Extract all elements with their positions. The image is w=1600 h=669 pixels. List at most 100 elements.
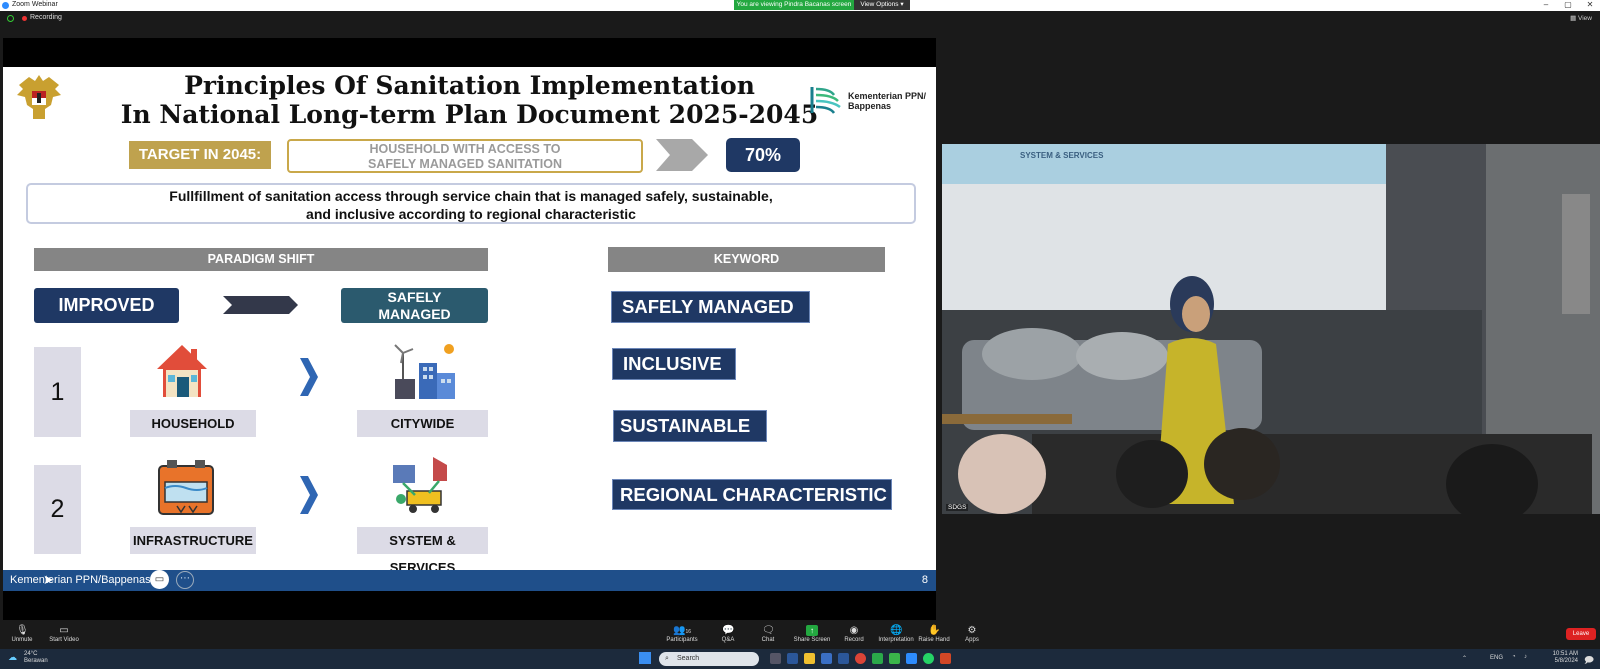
presentation-slide: Principles Of Sanitation Implementation … (3, 67, 936, 591)
language-indicator[interactable]: ENG (1490, 655, 1503, 661)
system-services-label: SYSTEM & SERVICES (357, 527, 488, 575)
logo-text-line2: Bappenas (848, 101, 892, 111)
qa-icon: 💬 (722, 625, 735, 636)
chat-button[interactable]: 🗨 Chat (748, 625, 788, 643)
qa-button[interactable]: 💬 Q&A (708, 625, 748, 643)
row-number-2: 2 (34, 465, 81, 554)
whatsapp-icon[interactable] (923, 653, 934, 664)
target-value-box: 70% (726, 138, 800, 172)
system-services-icon (393, 457, 447, 513)
more-options-icon[interactable]: ⋯ (176, 571, 194, 589)
share-screen-label: Share Screen (793, 637, 831, 643)
camera-icon[interactable]: ▭ (150, 570, 169, 589)
globe-icon: 🌐 (890, 625, 903, 636)
house-icon (157, 345, 207, 397)
view-options-label: View Options (860, 1, 899, 8)
video-tile[interactable]: SYSTEM & SERVICES SDGS (942, 144, 1600, 514)
search-placeholder: Search (677, 655, 700, 662)
chat-icon: 🗨 (762, 625, 775, 636)
line-icon[interactable] (872, 653, 883, 664)
maximize-icon[interactable]: ▢ (1560, 0, 1576, 10)
fullfill-line1: Fullfillment of sanitation access throug… (169, 188, 773, 204)
clock-date: 5/8/2024 (1554, 658, 1578, 664)
video-off-icon: ▭ (59, 625, 69, 636)
household-label: HOUSEHOLD (130, 410, 256, 437)
safely-managed-line2: MANAGED (378, 306, 451, 322)
row1-chevron-icon (300, 358, 318, 396)
fullfillment-statement-box: Fullfillment of sanitation access throug… (26, 183, 916, 224)
row-number-1: 1 (34, 347, 81, 437)
view-label: View (1578, 15, 1592, 22)
apps-button[interactable]: ⚙ Apps (952, 625, 992, 643)
viewing-banner: You are viewing Pindra Bacanas screen (734, 0, 854, 10)
windows-taskbar: ☁ 24°C Berawan ⌕ Search ⌃ ENG ◔ ♪ 10:51 A… (0, 649, 1600, 669)
participants-label: Participants (666, 637, 698, 643)
volume-icon[interactable]: ♪ (1524, 654, 1527, 660)
keyword-inclusive: INCLUSIVE (612, 348, 736, 380)
paradigm-shift-header: PARADIGM SHIFT (34, 248, 488, 271)
keyword-sustainable: SUSTAINABLE (613, 410, 767, 442)
store-icon[interactable] (821, 653, 832, 664)
unmute-label: Unmute (11, 637, 33, 643)
participants-icon: 👥16 (672, 625, 691, 636)
clock-time: 10:51 AM (1552, 651, 1578, 657)
apps-label: Apps (965, 637, 979, 643)
recording-dot-icon (22, 16, 27, 21)
household-line1: HOUSEHOLD WITH ACCESS TO (369, 142, 561, 156)
footer-org: Kementerian PPN/Bappenas (10, 574, 151, 586)
page-number: 8 (921, 574, 928, 586)
weather-desc: Berawan (24, 658, 48, 664)
video-screen-text: SYSTEM & SERVICES (1020, 151, 1104, 160)
file-explorer-icon[interactable] (804, 653, 815, 664)
recording-bar: Recording ▦ View (0, 11, 1600, 26)
mouse-cursor-icon: ➤ (43, 572, 54, 587)
clock[interactable]: 10:51 AM 5/8/2024 (1538, 651, 1578, 665)
participant-name: SDGS (946, 504, 969, 511)
leave-button[interactable]: Leave (1566, 628, 1596, 640)
meeting-toolbar: 🎙 Unmute ▭ Start Video 👥16 Participants 💬 Q&… (0, 622, 1600, 649)
notification-icon[interactable]: 🗩 (1584, 653, 1594, 669)
record-button[interactable]: ◉ Record (834, 625, 874, 643)
bappenas-logo-text: Kementerian PPN/ Bappenas (848, 91, 926, 111)
view-button[interactable]: ▦ View (1570, 14, 1592, 22)
safely-managed-label: SAFELY MANAGED (341, 288, 488, 323)
record-label: Record (844, 637, 864, 643)
task-view-icon[interactable] (770, 653, 781, 664)
microphone-muted-icon: 🎙 (16, 625, 29, 636)
chrome-icon[interactable] (855, 653, 866, 664)
raise-hand-button[interactable]: ✋ Raise Hand (914, 625, 954, 643)
qa-label: Q&A (721, 637, 735, 643)
citywide-label: CITYWIDE (357, 410, 488, 437)
slide-title-line2: In National Long-term Plan Document 2025… (120, 100, 819, 129)
share-screen-icon: ↑ (806, 625, 818, 636)
hand-icon: ✋ (928, 625, 941, 636)
interpretation-button[interactable]: 🌐 Interpretation (872, 625, 920, 643)
minimize-icon[interactable]: – (1538, 0, 1554, 10)
system-tray-chevron-icon[interactable]: ⌃ (1462, 655, 1467, 662)
improved-label: IMPROVED (34, 288, 179, 323)
zoom-taskbar-icon[interactable] (906, 653, 917, 664)
teams-icon[interactable] (787, 653, 798, 664)
app-title: Zoom Webinar (12, 1, 58, 8)
view-options-button[interactable]: View Options ▾ (854, 0, 910, 10)
close-icon[interactable]: ✕ (1582, 0, 1598, 10)
powerpoint-icon[interactable] (940, 653, 951, 664)
windows-start-icon[interactable] (639, 652, 651, 664)
word-icon[interactable] (838, 653, 849, 664)
target-label-box: TARGET IN 2045: (129, 141, 271, 169)
wechat-icon[interactable] (889, 653, 900, 664)
slide-footer: Kementerian PPN/Bappenas 8 ▭ ⋯ (3, 570, 936, 591)
raise-hand-label: Raise Hand (918, 637, 950, 643)
share-screen-button[interactable]: ↑ Share Screen (790, 625, 834, 643)
start-video-button[interactable]: ▭ Start Video (44, 625, 84, 643)
recording-label: Recording (30, 14, 62, 21)
household-access-box: HOUSEHOLD WITH ACCESS TO SAFELY MANAGED … (287, 139, 643, 173)
taskbar-search-input[interactable]: ⌕ Search (659, 652, 759, 666)
participants-button[interactable]: 👥16 Participants (660, 625, 704, 643)
paradigm-arrow-icon (223, 296, 298, 314)
weather-widget[interactable]: 24°C Berawan (24, 651, 48, 665)
zoom-logo-icon (2, 2, 9, 9)
target-arrow-icon (656, 139, 708, 171)
wifi-icon[interactable]: ◔ (1512, 654, 1516, 660)
unmute-button[interactable]: 🎙 Unmute (2, 625, 42, 643)
